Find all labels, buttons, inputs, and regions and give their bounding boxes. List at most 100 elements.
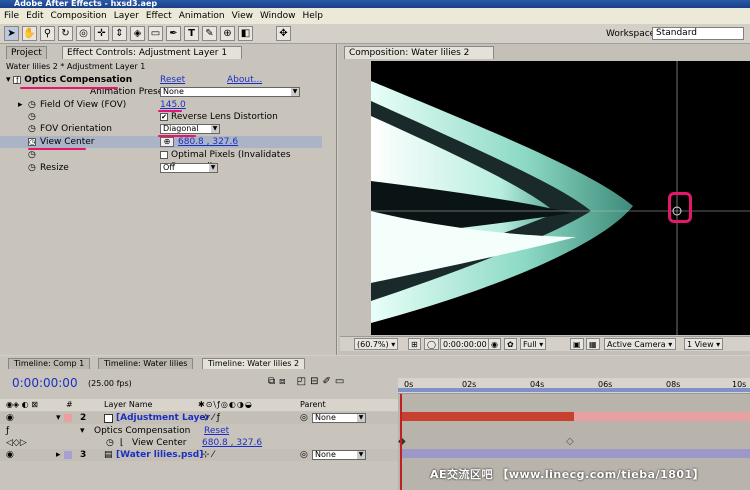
timeline-timecode[interactable]: 0:00:00:00 (12, 376, 78, 390)
zoom-value: (60.7%) (357, 340, 389, 349)
keyframe-nav-icon[interactable]: ◁◇▷ (6, 437, 27, 449)
reverse-checkbox[interactable]: ✔ (160, 112, 168, 121)
zoom-dropdown[interactable]: (60.7%) ▾ (354, 338, 399, 350)
expand-arrow-icon[interactable]: ▸ (18, 99, 23, 111)
resize-dropdown[interactable]: Off ▼ (160, 163, 218, 173)
about-link[interactable]: About... (227, 74, 262, 86)
menu-effect[interactable]: Effect (146, 11, 172, 21)
menu-file[interactable]: File (4, 11, 19, 21)
label-color-swatch[interactable] (64, 414, 72, 422)
workspace-select[interactable]: Standard (652, 27, 744, 40)
layer-name[interactable]: [Adjustment Layer (116, 412, 210, 424)
menu-composition[interactable]: Composition (51, 11, 107, 21)
current-time-indicator[interactable] (400, 394, 402, 490)
tab-timeline-water-lilies-2[interactable]: Timeline: Water lilies 2 (202, 358, 306, 369)
layer-row[interactable]: ◉ ▾ 2 [Adjustment Layer ⊹ ⁄ ƒ ◎ None ▼ (0, 412, 398, 424)
layer-switches-icon[interactable]: ⊹ ⁄ (202, 449, 214, 461)
zoom-tool-icon[interactable]: ⚲ (40, 26, 55, 41)
tab-project[interactable]: Project (6, 46, 47, 59)
channel-icon[interactable]: ✿ (504, 338, 517, 350)
parent-pick-whip-icon[interactable]: ◎ (300, 449, 308, 461)
adjustment-layer-bar-tail[interactable] (574, 412, 750, 421)
eye-icon[interactable]: ◉ (6, 412, 14, 424)
workspace-label: Workspace: (606, 29, 659, 39)
orientation-value: Diagonal (163, 124, 199, 133)
menu-edit[interactable]: Edit (26, 11, 43, 21)
tab-effect-controls[interactable]: Effect Controls: Adjustment Layer 1 (62, 46, 242, 59)
fx-toggle-icon[interactable]: ƒ (6, 425, 9, 437)
collapse-arrow-icon[interactable]: ▾ (80, 425, 85, 437)
stopwatch-icon[interactable]: ◷ (28, 162, 36, 174)
timeline-switches-icons[interactable]: ⧉⧈ ◰⊟✐▭ (268, 376, 348, 387)
presets-value: None (163, 87, 184, 96)
menu-animation[interactable]: Animation (179, 11, 225, 21)
presets-dropdown[interactable]: None ▼ (160, 87, 300, 97)
optimal-checkbox[interactable] (160, 150, 168, 159)
pen-tool-icon[interactable]: ✒ (166, 26, 181, 41)
orbit-camera-icon[interactable]: ◎ (76, 26, 91, 41)
reset-link[interactable]: Reset (160, 74, 185, 86)
roi-icon[interactable]: ▣ (570, 338, 584, 350)
snapshot-icon[interactable]: ◉ (488, 338, 501, 350)
view-center-value[interactable]: 680.8 , 327.6 (178, 136, 238, 148)
collapse-arrow-icon[interactable]: ▾ (6, 75, 11, 85)
time-ruler[interactable]: 0s 02s 04s 06s 08s 10s (398, 378, 750, 394)
orientation-dropdown[interactable]: Diagonal ▼ (160, 124, 220, 134)
expand-arrow-icon[interactable]: ▸ (56, 449, 61, 461)
view-center-label: View Center (40, 137, 95, 147)
collapse-arrow-icon[interactable]: ▾ (56, 412, 61, 424)
menu-help[interactable]: Help (302, 11, 323, 21)
water-lilies-layer-bar[interactable] (400, 449, 750, 458)
property-value[interactable]: 680.8 , 327.6 (202, 437, 262, 449)
stopwatch-icon[interactable]: ◷ (106, 437, 114, 449)
transparency-icon[interactable]: ▦ (586, 338, 600, 350)
graph-icon[interactable]: ⌊ (120, 437, 124, 449)
adjustment-layer-bar[interactable] (400, 412, 574, 421)
grid-icon[interactable]: ⊞ (408, 338, 421, 350)
layer-name[interactable]: [Water lilies.psd] (116, 449, 203, 461)
parent-dropdown[interactable]: None ▼ (312, 413, 366, 423)
work-area-bar[interactable] (398, 388, 750, 392)
pan-behind-icon[interactable]: ◈ (130, 26, 145, 41)
resolution-dropdown[interactable]: Full ▾ (520, 338, 547, 350)
keyframe-icon[interactable]: ◇ (566, 436, 574, 447)
timecode-display[interactable]: 0:00:00:00 (440, 338, 490, 350)
layer-switches-icon[interactable]: ⊹ ⁄ ƒ (202, 412, 220, 424)
text-tool-icon[interactable]: T (184, 26, 199, 41)
tab-composition[interactable]: Composition: Water lilies 2 (344, 46, 494, 59)
eraser-tool-icon[interactable]: ◧ (238, 26, 253, 41)
hand-tool-icon[interactable]: ✋ (22, 26, 37, 41)
stopwatch-icon[interactable]: ◷ (28, 149, 36, 161)
composition-viewer[interactable] (371, 61, 750, 335)
parent-dropdown[interactable]: None ▼ (312, 450, 366, 460)
track-z-camera-icon[interactable]: ⇕ (112, 26, 127, 41)
clone-stamp-icon[interactable]: ⊕ (220, 26, 235, 41)
track-xy-camera-icon[interactable]: ✛ (94, 26, 109, 41)
stopwatch-icon[interactable]: ◷ (28, 137, 36, 146)
tab-timeline-comp1[interactable]: Timeline: Comp 1 (8, 358, 91, 369)
parent-value: None (315, 450, 336, 459)
parent-pick-whip-icon[interactable]: ◎ (300, 412, 308, 424)
menu-view[interactable]: View (232, 11, 253, 21)
menu-layer[interactable]: Layer (114, 11, 139, 21)
crosshair-icon[interactable]: ⊕ (160, 137, 174, 147)
layer-row[interactable]: ◉ ▸ 3 ▤ [Water lilies.psd] ⊹ ⁄ ◎ None ▼ (0, 449, 398, 461)
brush-tool-icon[interactable]: ✎ (202, 26, 217, 41)
mask-view-icon[interactable]: ◯ (424, 338, 439, 350)
mask-tool-icon[interactable]: ▭ (148, 26, 163, 41)
axis-mode-icon[interactable]: ✥ (276, 26, 291, 41)
camera-dropdown[interactable]: Active Camera ▾ (604, 338, 676, 350)
label-color-swatch[interactable] (64, 451, 72, 459)
tab-effect-controls-label: Effect Controls: Adjustment Layer 1 (67, 48, 228, 58)
views-dropdown[interactable]: 1 View ▾ (684, 338, 724, 350)
stopwatch-icon[interactable]: ◷ (28, 111, 36, 123)
stopwatch-icon[interactable]: ◷ (28, 99, 36, 111)
rotate-tool-icon[interactable]: ↻ (58, 26, 73, 41)
effect-reset-link[interactable]: Reset (204, 425, 229, 437)
selection-tool-icon[interactable]: ➤ (4, 26, 19, 41)
stopwatch-icon[interactable]: ◷ (28, 123, 36, 135)
tab-timeline-water-lilies[interactable]: Timeline: Water lilies (98, 358, 194, 369)
eye-icon[interactable]: ◉ (6, 449, 14, 461)
menu-window[interactable]: Window (260, 11, 296, 21)
fx-toggle-icon[interactable]: ƒ (13, 75, 22, 84)
